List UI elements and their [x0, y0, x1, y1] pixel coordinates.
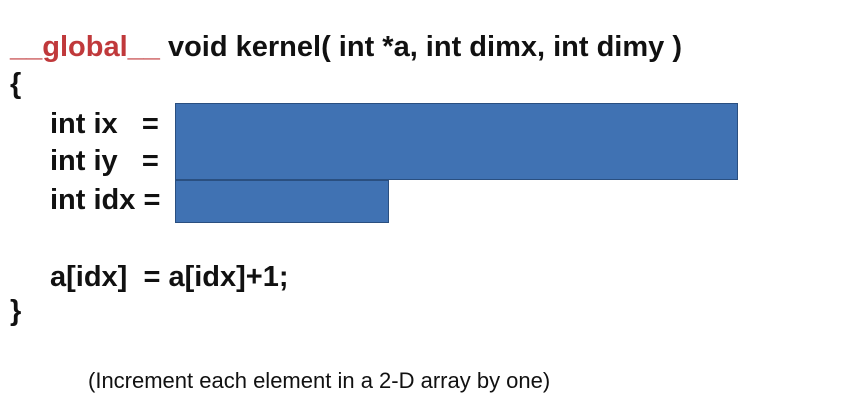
line-int-idx: int idx =: [50, 184, 161, 216]
line-increment: a[idx] = a[idx]+1;: [50, 261, 289, 293]
slide-caption: (Increment each element in a 2-D array b…: [88, 368, 551, 393]
signature-rest: void kernel( int *a, int dimx, int dimy …: [159, 31, 682, 63]
blank-box-idx: [175, 180, 389, 223]
open-brace: {: [10, 68, 22, 100]
line-int-iy: int iy =: [50, 145, 159, 177]
close-brace: }: [10, 295, 22, 327]
global-qualifier: __global__: [10, 31, 160, 63]
blank-box-ix-iy: [175, 103, 738, 180]
kernel-signature: __global__ void kernel( int *a, int dimx…: [10, 33, 682, 62]
line-int-ix: int ix =: [50, 108, 159, 140]
